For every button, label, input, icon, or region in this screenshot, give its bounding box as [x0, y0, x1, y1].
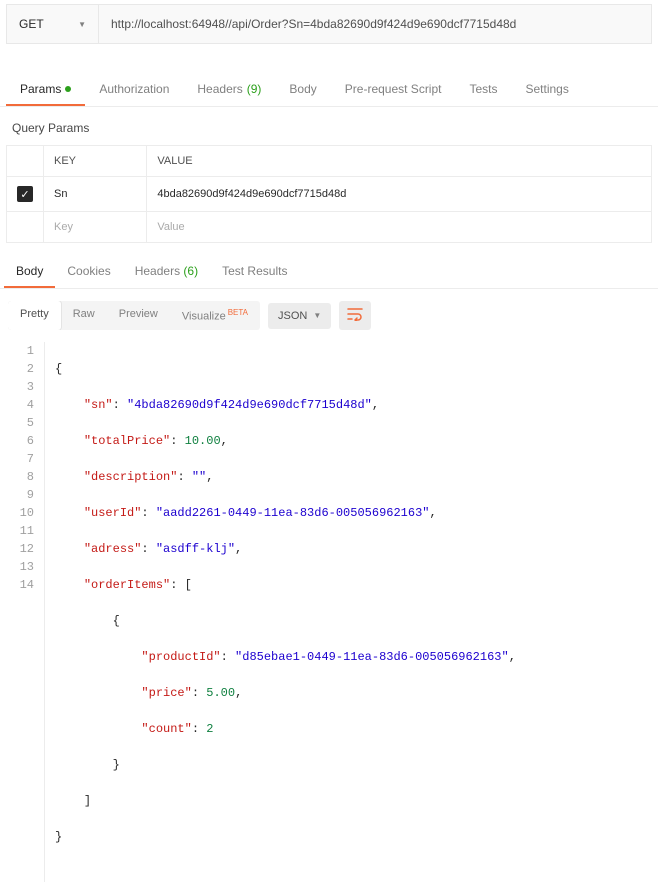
- beta-badge: BETA: [228, 308, 248, 317]
- view-pretty[interactable]: Pretty: [8, 301, 61, 330]
- http-method-select[interactable]: GET ▼: [7, 5, 99, 43]
- view-mode-group: Pretty Raw Preview VisualizeBETA: [8, 301, 260, 330]
- tab-headers[interactable]: Headers (9): [183, 74, 275, 106]
- tab-body[interactable]: Body: [275, 74, 330, 106]
- view-preview[interactable]: Preview: [107, 301, 170, 330]
- resp-tab-body[interactable]: Body: [4, 257, 55, 288]
- response-tabs: Body Cookies Headers (6) Test Results: [0, 243, 658, 289]
- response-toolbar: Pretty Raw Preview VisualizeBETA JSON ▼: [0, 289, 658, 342]
- query-params-title: Query Params: [0, 107, 658, 145]
- param-value[interactable]: 4bda82690d9f424d9e690dcf7715d48d: [147, 177, 652, 212]
- line-numbers: 1234567891011121314: [0, 342, 44, 882]
- content-type-select[interactable]: JSON ▼: [268, 303, 331, 329]
- chevron-down-icon: ▼: [78, 20, 86, 29]
- row-checkbox[interactable]: ✓: [17, 186, 33, 202]
- query-params-table: KEY VALUE ✓ Sn 4bda82690d9f424d9e690dcf7…: [6, 145, 652, 243]
- param-value-placeholder[interactable]: Value: [147, 212, 652, 243]
- wrap-lines-button[interactable]: [339, 301, 371, 330]
- view-raw[interactable]: Raw: [61, 301, 107, 330]
- params-modified-dot: [65, 86, 71, 92]
- request-bar: GET ▼: [6, 4, 652, 44]
- param-key-placeholder[interactable]: Key: [44, 212, 147, 243]
- url-input[interactable]: [99, 5, 651, 43]
- tab-params[interactable]: Params: [6, 74, 85, 106]
- tab-pre-request[interactable]: Pre-request Script: [331, 74, 456, 106]
- tab-tests[interactable]: Tests: [455, 74, 511, 106]
- table-row[interactable]: ✓ Sn 4bda82690d9f424d9e690dcf7715d48d: [7, 177, 652, 212]
- resp-tab-test-results[interactable]: Test Results: [210, 257, 299, 288]
- param-key[interactable]: Sn: [44, 177, 147, 212]
- chevron-down-icon: ▼: [313, 311, 321, 320]
- response-body: 1234567891011121314 { "sn": "4bda82690d9…: [0, 342, 658, 882]
- resp-tab-cookies[interactable]: Cookies: [55, 257, 122, 288]
- tab-settings[interactable]: Settings: [512, 74, 583, 106]
- resp-tab-headers[interactable]: Headers (6): [123, 257, 210, 288]
- col-value: VALUE: [147, 146, 652, 177]
- table-header-row: KEY VALUE: [7, 146, 652, 177]
- http-method-label: GET: [19, 17, 44, 31]
- wrap-icon: [347, 307, 363, 321]
- col-key: KEY: [44, 146, 147, 177]
- table-row-placeholder[interactable]: Key Value: [7, 212, 652, 243]
- view-visualize[interactable]: VisualizeBETA: [170, 301, 260, 330]
- code-content[interactable]: { "sn": "4bda82690d9f424d9e690dcf7715d48…: [44, 342, 658, 882]
- tab-authorization[interactable]: Authorization: [85, 74, 183, 106]
- request-tabs: Params Authorization Headers (9) Body Pr…: [0, 62, 658, 107]
